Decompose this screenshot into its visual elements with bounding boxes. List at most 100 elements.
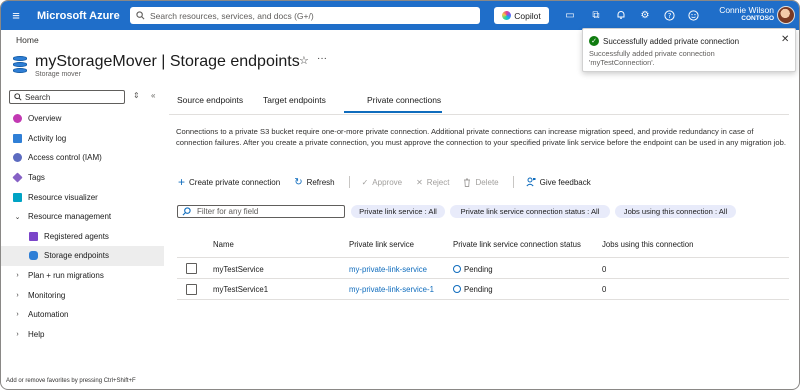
settings-gear-icon[interactable]: ⚙: [638, 8, 652, 22]
sidebar-footer-hint: Add or remove favorites by pressing Ctrl…: [6, 378, 136, 384]
agent-icon: [29, 231, 38, 241]
row-divider: [177, 299, 789, 300]
directory-filter-icon[interactable]: ⧉: [589, 8, 603, 22]
user-account[interactable]: Connie Wilson CONTOSO: [712, 5, 774, 22]
sidebar-group-help[interactable]: › Help: [1, 325, 164, 345]
sidebar-expand-icon[interactable]: ⇕: [133, 91, 140, 100]
sidebar-item-label: Access control (IAM): [28, 153, 102, 163]
tab-private-connections[interactable]: Private connections: [367, 95, 441, 105]
column-header-private-link-service[interactable]: Private link service: [349, 240, 414, 249]
feedback-person-icon: [526, 177, 536, 187]
sidebar-group-monitoring[interactable]: › Monitoring: [1, 285, 164, 305]
filter-pill-connection-status[interactable]: Private link service connection status :…: [450, 205, 610, 218]
filter-pill-jobs[interactable]: Jobs using this connection : All: [615, 205, 736, 218]
sidebar-search-input[interactable]: Search: [9, 90, 125, 104]
active-tab-indicator: [344, 111, 442, 113]
sidebar-item-tags[interactable]: Tags: [1, 168, 164, 188]
sidebar-item-label: Tags: [28, 173, 45, 183]
success-check-icon: ✓: [589, 36, 599, 46]
cell-private-link-service-link[interactable]: my-private-link-service-1: [349, 285, 434, 294]
status-text: Pending: [464, 285, 493, 294]
checkmark-icon: ✓: [361, 177, 369, 187]
storage-icon: [29, 251, 38, 261]
row-checkbox[interactable]: [186, 284, 197, 295]
overview-icon: [13, 114, 22, 124]
plus-icon: +: [178, 175, 186, 189]
sidebar-item-label: Registered agents: [44, 231, 109, 241]
filter-input[interactable]: Filter for any field: [177, 205, 345, 218]
chevron-right-icon: ›: [16, 272, 19, 280]
sidebar-item-activity-log[interactable]: Activity log: [1, 129, 164, 149]
global-search-placeholder: Search resources, services, and docs (G+…: [150, 10, 314, 21]
favorite-star-icon[interactable]: ☆: [299, 54, 309, 67]
cell-name: myTestService1: [213, 285, 269, 294]
column-header-connection-status[interactable]: Private link service connection status: [453, 240, 581, 249]
copilot-icon: [502, 11, 512, 20]
notifications-bell-icon[interactable]: [614, 8, 628, 22]
sidebar-item-registered-agents[interactable]: Registered agents: [1, 227, 164, 247]
refresh-label: Refresh: [306, 177, 335, 187]
tab-bar: Source endpoints Target endpoints Privat…: [169, 95, 789, 115]
row-checkbox[interactable]: [186, 263, 197, 274]
tab-source-endpoints[interactable]: Source endpoints: [177, 95, 243, 105]
sidebar-item-iam[interactable]: Access control (IAM): [1, 148, 164, 168]
sidebar-collapse-icon[interactable]: «: [151, 91, 155, 100]
cell-private-link-service-link[interactable]: my-private-link-service: [349, 265, 427, 274]
breadcrumb[interactable]: Home: [16, 35, 39, 45]
reject-button[interactable]: ✕ Reject: [416, 178, 449, 187]
column-header-name[interactable]: Name: [213, 240, 234, 249]
cell-name: myTestService: [213, 265, 264, 274]
give-feedback-button[interactable]: Give feedback: [526, 177, 591, 187]
help-icon[interactable]: ?: [662, 8, 676, 22]
sidebar-group-resource-management[interactable]: ⌄ Resource management: [1, 207, 164, 227]
page-title: myStorageMover | Storage endpoints: [35, 53, 300, 70]
user-name: Connie Wilson: [719, 5, 774, 15]
pending-icon: [453, 285, 461, 293]
feedback-icon[interactable]: [686, 8, 700, 22]
user-org: CONTOSO: [741, 15, 774, 22]
sidebar-item-storage-endpoints[interactable]: Storage endpoints: [1, 246, 164, 266]
chevron-right-icon: ›: [16, 330, 19, 338]
create-private-connection-button[interactable]: + Create private connection: [178, 175, 280, 189]
delete-button[interactable]: Delete: [463, 178, 499, 187]
sidebar-item-label: Help: [28, 329, 45, 339]
sidebar-item-overview[interactable]: Overview: [1, 109, 164, 129]
filter-placeholder: Filter for any field: [197, 207, 259, 216]
search-icon: [136, 11, 145, 20]
pending-icon: [453, 265, 461, 273]
sidebar-item-label: Storage endpoints: [44, 251, 109, 261]
filter-pill-private-link-service[interactable]: Private link service : All: [351, 205, 445, 218]
hamburger-menu-icon[interactable]: ≡: [1, 1, 31, 30]
chevron-right-icon: ›: [16, 311, 19, 319]
sidebar-item-label: Resource management: [28, 212, 112, 222]
chevron-right-icon: ›: [16, 291, 19, 299]
sidebar-item-resource-visualizer[interactable]: Resource visualizer: [1, 187, 164, 207]
copilot-button[interactable]: Copilot: [494, 7, 549, 24]
sidebar-item-label: Automation: [28, 310, 69, 320]
trash-icon: [464, 178, 471, 187]
global-search-input[interactable]: Search resources, services, and docs (G+…: [130, 7, 480, 24]
visualizer-icon: [13, 192, 22, 202]
reject-label: Reject: [426, 177, 450, 187]
close-icon[interactable]: ✕: [781, 34, 789, 45]
cell-jobs: 0: [602, 285, 607, 294]
sidebar-group-plan-run-migrations[interactable]: › Plan + run migrations: [1, 266, 164, 286]
iam-icon: [13, 153, 22, 163]
column-header-jobs[interactable]: Jobs using this connection: [602, 240, 693, 249]
tab-divider: [169, 114, 789, 115]
chevron-down-icon: ⌄: [14, 213, 21, 221]
azure-portal-window: ≡ Microsoft Azure Search resources, serv…: [0, 0, 800, 390]
success-toast: ✓ Successfully added private connection …: [582, 28, 796, 72]
more-options-icon[interactable]: ···: [317, 53, 327, 64]
cloud-shell-icon[interactable]: ▭: [563, 8, 577, 22]
approve-button[interactable]: ✓ Approve: [362, 178, 403, 187]
sidebar-item-label: Plan + run migrations: [28, 271, 104, 281]
avatar[interactable]: [777, 6, 795, 24]
sidebar-group-automation[interactable]: › Automation: [1, 305, 164, 325]
description-text: Connections to a private S3 bucket requi…: [176, 127, 786, 147]
tab-target-endpoints[interactable]: Target endpoints: [263, 95, 326, 105]
copilot-label: Copilot: [514, 10, 541, 21]
brand-label[interactable]: Microsoft Azure: [37, 10, 129, 22]
refresh-button[interactable]: ↻ Refresh: [294, 177, 334, 188]
tag-icon: [12, 172, 23, 183]
